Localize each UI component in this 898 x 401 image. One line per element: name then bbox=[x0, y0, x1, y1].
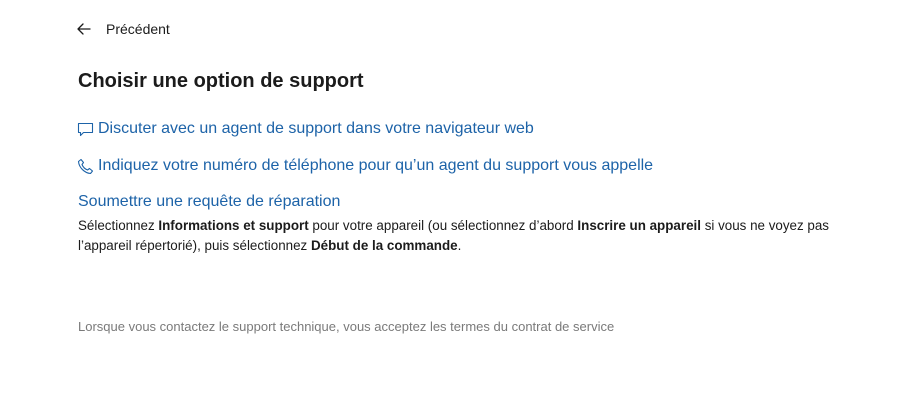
back-label: Précédent bbox=[106, 21, 170, 37]
desc-part-4: . bbox=[457, 238, 462, 253]
chat-option-link[interactable]: Discuter avec un agent de support dans v… bbox=[77, 120, 534, 138]
info-support-term: Informations et support bbox=[158, 218, 309, 233]
repair-request-link[interactable]: Soumettre une requête de réparation bbox=[78, 193, 340, 211]
page-title: Choisir une option de support bbox=[78, 70, 364, 92]
back-button[interactable]: Précédent bbox=[76, 18, 170, 40]
arrow-left-icon bbox=[77, 23, 91, 35]
register-device-term: Inscrire un appareil bbox=[577, 218, 701, 233]
phone-icon bbox=[77, 158, 94, 174]
chat-bubble-icon bbox=[77, 122, 94, 136]
chat-option-label: Discuter avec un agent de support dans v… bbox=[98, 120, 534, 137]
terms-notice: Lorsque vous contactez le support techni… bbox=[78, 319, 615, 334]
repair-description: Sélectionnez Informations et support pou… bbox=[78, 216, 868, 256]
start-order-term: Début de la commande bbox=[310, 238, 458, 253]
phone-option-label: Indiquez votre numéro de téléphone pour … bbox=[98, 157, 654, 174]
desc-part-2: pour votre appareil (ou sélectionnez d’a… bbox=[308, 218, 578, 233]
desc-part-1: Sélectionnez bbox=[78, 218, 159, 233]
phone-option-link[interactable]: Indiquez votre numéro de téléphone pour … bbox=[77, 157, 653, 175]
